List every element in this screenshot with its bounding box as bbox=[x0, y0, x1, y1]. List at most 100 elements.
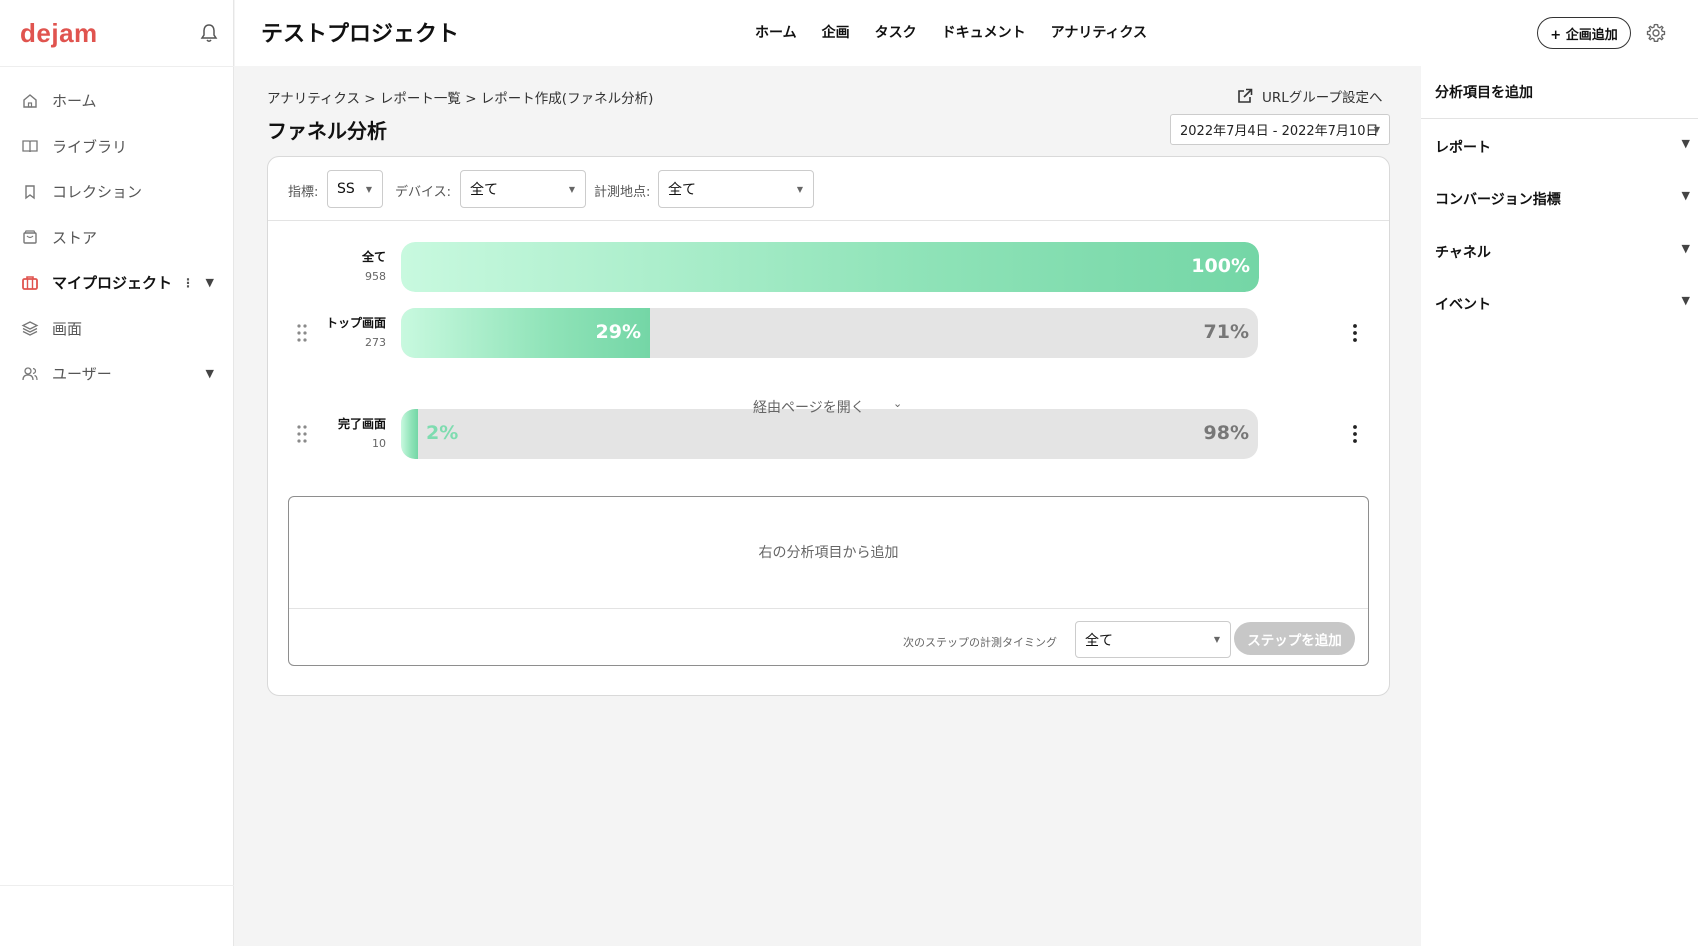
panel-section-label: レポート bbox=[1435, 140, 1491, 156]
briefcase-icon bbox=[20, 273, 40, 293]
funnel-step-count: 273 bbox=[365, 336, 386, 349]
panel-section-channel[interactable]: チャネル ▼ bbox=[1435, 242, 1690, 262]
add-step-dropzone[interactable]: 右の分析項目から追加 次のステップの計測タイミング 全て ▼ ステップを追加 bbox=[288, 496, 1369, 666]
topnav-tasks[interactable]: タスク bbox=[875, 22, 917, 42]
add-plan-button[interactable]: + 企画追加 bbox=[1537, 17, 1631, 49]
caret-down-icon[interactable]: ▼ bbox=[1682, 294, 1690, 307]
funnel-bar-fill bbox=[401, 409, 418, 459]
funnel-step-dropoff: 98% bbox=[1203, 422, 1249, 444]
sidebar-divider bbox=[0, 66, 234, 67]
funnel-step-rate: 2% bbox=[426, 422, 459, 444]
url-group-settings-link[interactable]: URLグループ設定へ bbox=[1236, 86, 1382, 106]
breadcrumb[interactable]: アナリティクス > レポート一覧 > レポート作成(ファネル分析) bbox=[267, 87, 653, 107]
sidebar-item-label: コレクション bbox=[52, 183, 143, 202]
next-step-timing-value: 全て bbox=[1085, 632, 1113, 649]
funnel-step-name: 完了画面 bbox=[337, 417, 386, 431]
shopping-bag-icon bbox=[20, 227, 40, 247]
sidebar-item-library[interactable]: ライブラリ bbox=[0, 124, 234, 170]
app-logo[interactable]: dejam bbox=[20, 18, 98, 49]
book-icon bbox=[20, 136, 40, 156]
caret-down-icon[interactable]: ▼ bbox=[1682, 189, 1690, 202]
sidebar: dejam ホーム ライブラリ コレクション ストア マイプロジェクト ⋮ ▼ … bbox=[0, 0, 234, 946]
layers-icon bbox=[20, 318, 40, 338]
topnav-home[interactable]: ホーム bbox=[755, 22, 797, 42]
topnav-analytics[interactable]: アナリティクス bbox=[1051, 22, 1147, 42]
users-icon bbox=[20, 364, 40, 384]
sidebar-nav: ホーム ライブラリ コレクション ストア マイプロジェクト ⋮ ▼ 画面 ユーザ… bbox=[0, 78, 234, 397]
url-group-settings-label: URLグループ設定へ bbox=[1262, 90, 1383, 106]
device-value: 全て bbox=[470, 182, 498, 198]
metric-select[interactable]: SS ▼ bbox=[327, 170, 383, 208]
funnel-card: 指標: SS ▼ デバイス: 全て ▼ 計測地点: 全て ▼ 全て 958 100%… bbox=[267, 156, 1390, 696]
home-icon bbox=[20, 91, 40, 111]
more-vertical-icon[interactable] bbox=[1349, 423, 1361, 445]
add-step-hint: 右の分析項目から追加 bbox=[758, 545, 899, 561]
sidebar-divider bbox=[0, 885, 234, 886]
next-step-timing-label: 次のステップの計測タイミング bbox=[903, 636, 1057, 649]
measure-point-label: 計測地点: bbox=[594, 185, 651, 200]
sidebar-item-label: ホーム bbox=[52, 92, 97, 111]
open-via-pages-toggle[interactable]: 経由ページを開く bbox=[753, 397, 865, 417]
caret-down-icon[interactable]: ▼ bbox=[1682, 137, 1690, 150]
bookmark-icon bbox=[20, 182, 40, 202]
funnel-bar-track: 29% 71% bbox=[401, 308, 1258, 358]
caret-down-icon: ▼ bbox=[568, 184, 575, 194]
funnel-step-rate: 29% bbox=[595, 321, 641, 343]
panel-section-report[interactable]: レポート ▼ bbox=[1435, 137, 1690, 157]
measure-point-value: 全て bbox=[668, 182, 696, 198]
funnel-bar-track: 100% bbox=[401, 242, 1259, 292]
sidebar-item-home[interactable]: ホーム bbox=[0, 78, 234, 124]
panel-section-conversion[interactable]: コンバージョン指標 ▼ bbox=[1435, 189, 1690, 209]
gear-icon[interactable] bbox=[1645, 22, 1667, 44]
sidebar-item-label: ライブラリ bbox=[52, 137, 128, 156]
funnel-step-row: トップ画面 273 29% 71% bbox=[268, 308, 1389, 358]
device-select[interactable]: 全て ▼ bbox=[460, 170, 586, 208]
panel-section-label: チャネル bbox=[1435, 245, 1491, 261]
external-link-icon bbox=[1238, 88, 1253, 103]
caret-down-icon[interactable]: ▼ bbox=[1682, 242, 1690, 255]
more-icon[interactable]: ⋮ bbox=[182, 276, 194, 290]
panel-section-event[interactable]: イベント ▼ bbox=[1435, 294, 1690, 314]
drag-handle-icon[interactable] bbox=[296, 423, 308, 445]
funnel-bar-fill bbox=[401, 242, 1259, 292]
funnel-step-rate: 100% bbox=[1191, 255, 1250, 277]
sidebar-item-my-projects[interactable]: マイプロジェクト ⋮ ▼ bbox=[0, 260, 234, 306]
funnel-step-name: トップ画面 bbox=[325, 316, 386, 330]
measure-point-select[interactable]: 全て ▼ bbox=[658, 170, 814, 208]
funnel-step-row: 全て 958 100% bbox=[268, 242, 1389, 292]
panel-section-label: コンバージョン指標 bbox=[1435, 192, 1561, 208]
topnav-plans[interactable]: 企画 bbox=[822, 22, 850, 42]
panel-divider bbox=[1421, 118, 1698, 119]
sidebar-item-label: 画面 bbox=[52, 319, 83, 338]
dropzone-divider bbox=[289, 608, 1368, 609]
analysis-items-panel: 分析項目を追加 レポート ▼ コンバージョン指標 ▼ チャネル ▼ イベント ▼ bbox=[1421, 66, 1698, 946]
caret-down-icon: ▼ bbox=[1213, 635, 1220, 644]
drag-handle-icon[interactable] bbox=[296, 322, 308, 344]
filter-bar: 指標: SS ▼ デバイス: 全て ▼ 計測地点: 全て ▼ bbox=[268, 157, 1389, 221]
top-nav: ホーム 企画 タスク ドキュメント アナリティクス bbox=[755, 22, 1172, 42]
caret-down-icon: ▼ bbox=[796, 184, 803, 194]
page-title: ファネル分析 bbox=[267, 119, 387, 143]
funnel-step-dropoff: 71% bbox=[1203, 321, 1249, 343]
sidebar-item-collection[interactable]: コレクション bbox=[0, 169, 234, 215]
sidebar-item-label: マイプロジェクト bbox=[52, 274, 173, 293]
caret-down-icon: ▼ bbox=[1373, 125, 1380, 134]
add-step-button[interactable]: ステップを追加 bbox=[1234, 622, 1355, 655]
sidebar-item-store[interactable]: ストア bbox=[0, 215, 234, 261]
caret-down-icon[interactable]: ▼ bbox=[206, 367, 214, 380]
caret-down-icon[interactable]: ▼ bbox=[206, 276, 214, 289]
project-title: テストプロジェクト bbox=[261, 22, 460, 47]
more-vertical-icon[interactable] bbox=[1349, 322, 1361, 344]
next-step-timing-select[interactable]: 全て ▼ bbox=[1075, 621, 1231, 658]
topnav-documents[interactable]: ドキュメント bbox=[942, 22, 1026, 42]
chevron-down-icon[interactable]: ⌄ bbox=[893, 397, 902, 410]
date-range-select[interactable]: 2022年7月4日 - 2022年7月10日 ▼ bbox=[1170, 114, 1390, 145]
sidebar-item-users[interactable]: ユーザー ▼ bbox=[0, 351, 234, 397]
metric-label: 指標: bbox=[288, 185, 319, 200]
sidebar-item-screens[interactable]: 画面 bbox=[0, 306, 234, 352]
caret-down-icon: ▼ bbox=[365, 184, 372, 194]
funnel-step-count: 10 bbox=[372, 437, 386, 450]
device-label: デバイス: bbox=[395, 185, 451, 200]
bell-icon[interactable] bbox=[198, 22, 220, 44]
panel-title: 分析項目を追加 bbox=[1435, 85, 1533, 101]
